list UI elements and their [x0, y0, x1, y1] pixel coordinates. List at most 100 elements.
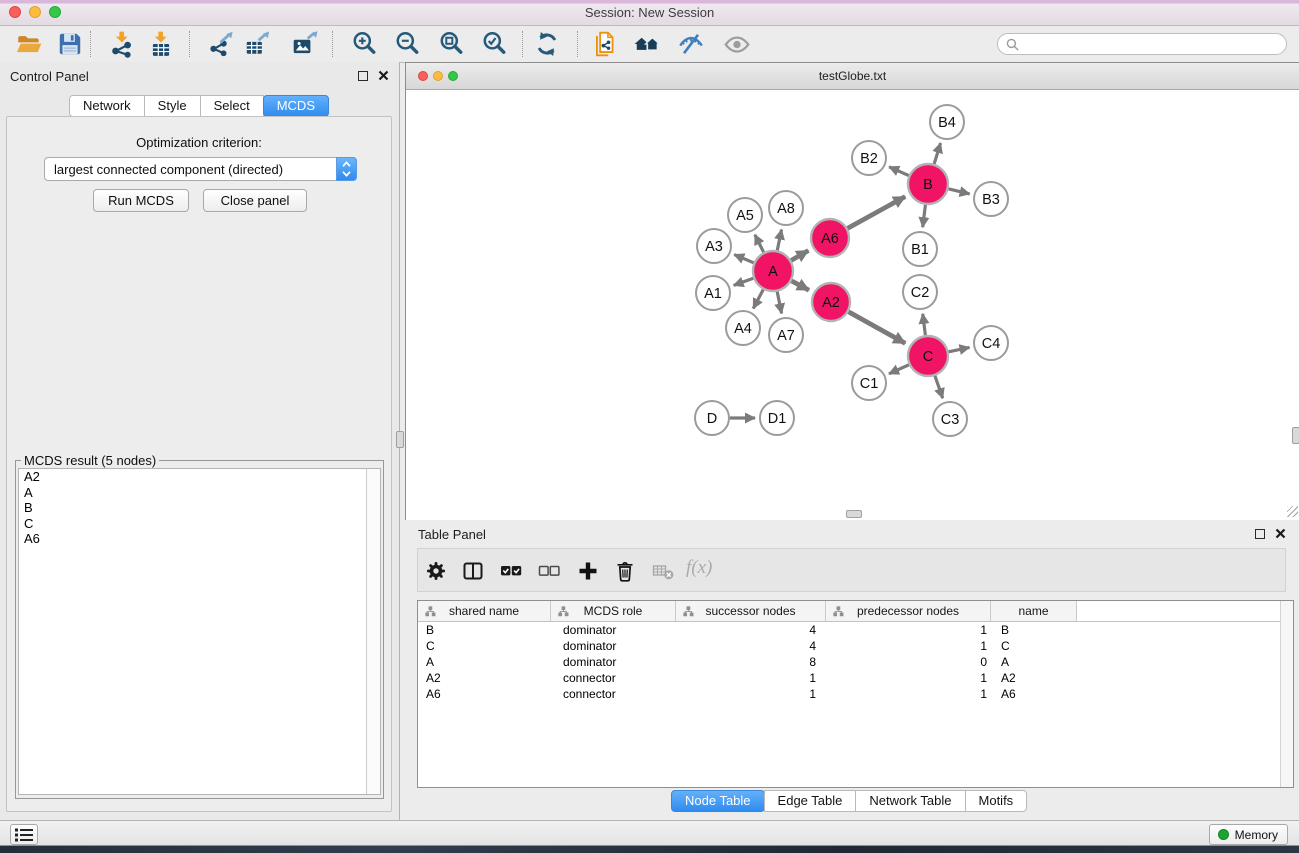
tab-style[interactable]: Style: [144, 95, 201, 117]
table-options-button[interactable]: [424, 559, 448, 583]
tab-edge-table[interactable]: Edge Table: [764, 790, 857, 812]
network-window-close-button[interactable]: [418, 71, 428, 81]
tab-motifs[interactable]: Motifs: [965, 790, 1028, 812]
zoom-in-button[interactable]: [351, 30, 379, 58]
graph-node-D1[interactable]: D1: [760, 401, 794, 435]
graph-edge-A-A3[interactable]: [734, 255, 753, 263]
right-splitter-grip[interactable]: [1292, 427, 1299, 444]
save-session-button[interactable]: [56, 30, 84, 58]
table-row[interactable]: A2connector11A2: [418, 670, 1293, 686]
graph-node-C1[interactable]: C1: [852, 366, 886, 400]
bottom-splitter-grip[interactable]: [846, 510, 862, 518]
graph-edge-C-C1[interactable]: [889, 365, 909, 374]
network-canvas[interactable]: A A1 A2 A3 A4 A5 A6 A7 A8 B B1 B2 B3 B4 C C1 C2 C3 C4 D D1: [407, 90, 1298, 519]
tab-node-table[interactable]: Node Table: [671, 790, 765, 812]
graph-node-B[interactable]: B: [908, 164, 948, 204]
graph-edge-A-A6[interactable]: [791, 251, 808, 261]
hide-selected-button[interactable]: [677, 30, 705, 58]
import-network-button[interactable]: [108, 30, 136, 58]
float-panel-icon[interactable]: [1255, 529, 1265, 539]
graph-node-A3[interactable]: A3: [697, 229, 731, 263]
network-window-resize-grip[interactable]: [1287, 506, 1298, 517]
graph-node-D[interactable]: D: [695, 401, 729, 435]
graph-node-B3[interactable]: B3: [974, 182, 1008, 216]
graph-node-A5[interactable]: A5: [728, 198, 762, 232]
graph-edge-A-A1[interactable]: [734, 278, 754, 285]
graph-node-C3[interactable]: C3: [933, 402, 967, 436]
delete-columns-button[interactable]: [613, 559, 637, 583]
deselect-all-button[interactable]: [537, 559, 561, 583]
column-header-shared-name[interactable]: shared name: [418, 601, 551, 621]
toggle-column-view-button[interactable]: [461, 559, 485, 583]
tab-network[interactable]: Network: [69, 95, 145, 117]
graph-node-C[interactable]: C: [908, 336, 948, 376]
function-builder-button[interactable]: f(x): [686, 557, 712, 579]
column-header-predecessor-nodes[interactable]: predecessor nodes: [826, 601, 991, 621]
network-window-minimize-button[interactable]: [433, 71, 443, 81]
graph-node-A[interactable]: A: [753, 251, 793, 291]
graph-node-C4[interactable]: C4: [974, 326, 1008, 360]
task-history-button[interactable]: [10, 824, 38, 845]
result-scrollbar[interactable]: [366, 469, 380, 794]
run-mcds-button[interactable]: Run MCDS: [93, 189, 189, 212]
export-table-button[interactable]: [243, 30, 271, 58]
first-neighbors-button[interactable]: [633, 30, 661, 58]
column-header-successor-nodes[interactable]: successor nodes: [676, 601, 826, 621]
graph-edge-B-B1[interactable]: [923, 205, 926, 227]
graph-edge-C-C2[interactable]: [923, 314, 926, 335]
graph-edge-C-C4[interactable]: [949, 347, 970, 351]
search-input[interactable]: [1023, 35, 1282, 53]
graph-node-B1[interactable]: B1: [903, 232, 937, 266]
export-image-button[interactable]: [291, 30, 319, 58]
tab-select[interactable]: Select: [200, 95, 264, 117]
graph-edge-B-B2[interactable]: [889, 167, 909, 176]
zoom-selected-button[interactable]: [481, 30, 509, 58]
graph-edge-A6-B[interactable]: [848, 197, 906, 229]
tab-mcds[interactable]: MCDS: [263, 95, 329, 117]
graph-node-A1[interactable]: A1: [696, 276, 730, 310]
graph-edge-B-B4[interactable]: [934, 143, 940, 164]
close-panel-button[interactable]: Close panel: [203, 189, 307, 212]
export-network-button[interactable]: [207, 30, 235, 58]
optimization-criterion-dropdown[interactable]: largest connected component (directed): [44, 157, 357, 181]
graph-node-A2[interactable]: A2: [812, 283, 850, 321]
import-table-button[interactable]: [147, 30, 175, 58]
graph-edge-A-A8[interactable]: [777, 230, 781, 251]
graph-node-C2[interactable]: C2: [903, 275, 937, 309]
close-panel-icon[interactable]: [1275, 528, 1286, 539]
graph-node-A4[interactable]: A4: [726, 311, 760, 345]
column-header-MCDS-role[interactable]: MCDS role: [551, 601, 676, 621]
show-all-button[interactable]: [723, 30, 751, 58]
graph-node-A7[interactable]: A7: [769, 318, 803, 352]
new-network-from-selection-button[interactable]: [591, 30, 619, 58]
tab-network-table[interactable]: Network Table: [855, 790, 965, 812]
select-all-button[interactable]: [499, 559, 523, 583]
network-window-maximize-button[interactable]: [448, 71, 458, 81]
graph-node-A8[interactable]: A8: [769, 191, 803, 225]
table-row[interactable]: Bdominator41B: [418, 622, 1293, 638]
table-row[interactable]: Adominator80A: [418, 654, 1293, 670]
graph-edge-A2-C[interactable]: [848, 312, 905, 344]
delete-table-button[interactable]: [651, 559, 675, 583]
graph-edge-A-A4[interactable]: [753, 290, 763, 309]
graph-node-B4[interactable]: B4: [930, 105, 964, 139]
network-window-titlebar[interactable]: testGlobe.txt: [406, 63, 1299, 90]
graph-edge-A-A7[interactable]: [777, 292, 781, 314]
graph-edge-B-B3[interactable]: [948, 189, 969, 194]
table-row[interactable]: Cdominator41C: [418, 638, 1293, 654]
table-scrollbar[interactable]: [1280, 601, 1293, 787]
table-row[interactable]: A6connector11A6: [418, 686, 1293, 702]
zoom-fit-button[interactable]: [438, 30, 466, 58]
search-field[interactable]: [997, 33, 1287, 55]
open-file-button[interactable]: [15, 30, 43, 58]
zoom-out-button[interactable]: [394, 30, 422, 58]
graph-node-A6[interactable]: A6: [811, 219, 849, 257]
graph-edge-A-A5[interactable]: [755, 235, 764, 253]
column-header-name[interactable]: name: [991, 601, 1077, 621]
float-panel-icon[interactable]: [358, 71, 368, 81]
refresh-layout-button[interactable]: [533, 30, 561, 58]
graph-edge-A-A2[interactable]: [792, 281, 809, 290]
graph-edge-C-C3[interactable]: [935, 376, 943, 398]
memory-button[interactable]: Memory: [1209, 824, 1288, 845]
graph-node-B2[interactable]: B2: [852, 141, 886, 175]
